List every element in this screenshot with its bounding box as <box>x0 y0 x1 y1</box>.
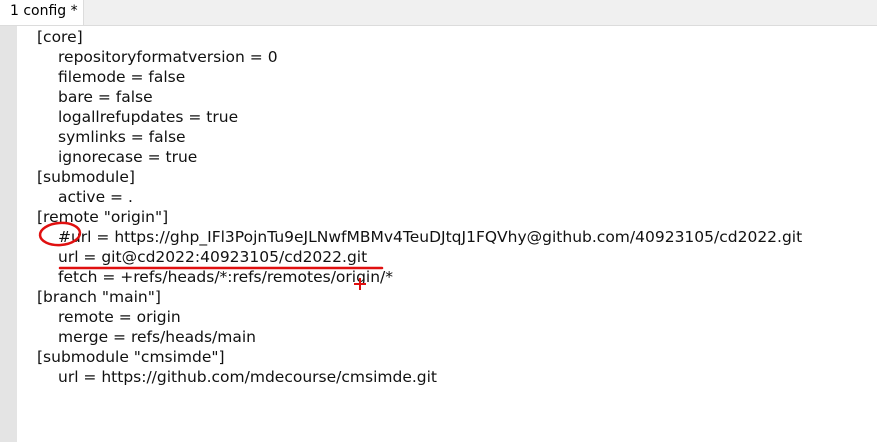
editor-line: repositoryformatversion = 0 <box>58 48 278 66</box>
text-editor[interactable]: [core] repositoryformatversion = 0 filemod… <box>17 26 877 442</box>
editor-lines: [core] repositoryformatversion = 0 filemod… <box>37 27 802 387</box>
tab-config[interactable]: 1 config * <box>0 0 84 25</box>
editor-line: url = https://github.com/mdecourse/cmsim… <box>58 368 438 386</box>
editor-line: symlinks = false <box>58 128 186 146</box>
editor-line: [core] <box>37 28 83 46</box>
editor-line: [branch "main"] <box>37 288 161 306</box>
editor-gutter <box>0 26 17 442</box>
editor-line: remote = origin <box>58 308 181 326</box>
editor-line: bare = false <box>58 88 153 106</box>
editor-line: filemode = false <box>58 68 186 86</box>
editor-line: logallrefupdates = true <box>58 108 239 126</box>
tab-bar: 1 config * <box>0 0 877 26</box>
editor-line: [remote "origin"] <box>37 208 169 226</box>
editor-line: url = git@cd2022:40923105/cd2022.git <box>58 248 368 266</box>
editor-line: #url = https://ghp_IFl3PojnTu9eJLNwfMBMv… <box>58 228 803 246</box>
editor-line: merge = refs/heads/main <box>58 328 256 346</box>
editor-line: [submodule] <box>37 168 135 186</box>
editor-line: ignorecase = true <box>58 148 198 166</box>
editor-line: active = . <box>58 188 133 206</box>
editor-line: fetch = +refs/heads/*:refs/remotes/origi… <box>58 268 394 286</box>
editor-line: [submodule "cmsimde"] <box>37 348 225 366</box>
